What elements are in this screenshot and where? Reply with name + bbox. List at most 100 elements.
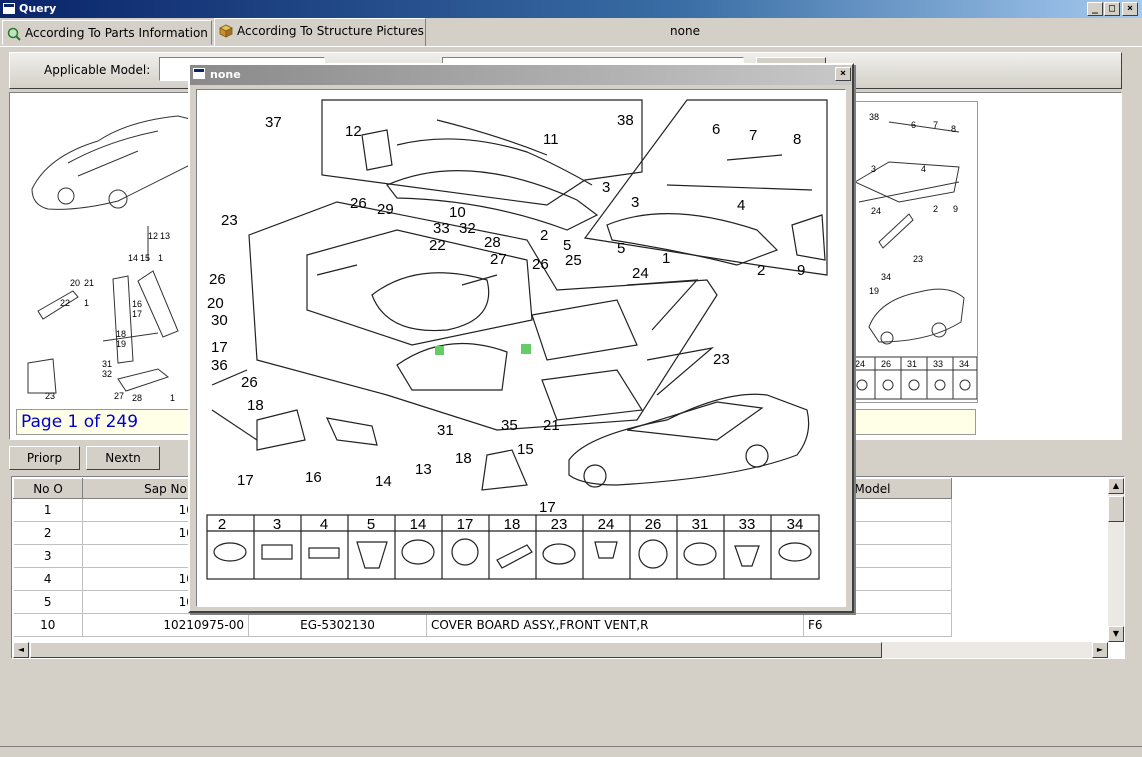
legend-number: 23 — [551, 516, 568, 533]
diagram-callout: 1 — [662, 250, 670, 267]
structure-thumbnail-right[interactable]: 38 6 7 8 3 4 24 2 9 23 34 19 7 24 26 31 … — [848, 101, 978, 403]
column-header-no[interactable]: No O — [13, 478, 83, 499]
diagram-callout: 20 — [207, 295, 224, 312]
next-page-button[interactable]: Nextn — [86, 446, 160, 470]
popup-window-icon — [193, 68, 205, 79]
diagram-callout: 15 — [517, 441, 534, 458]
maximize-button[interactable]: □ — [1104, 2, 1120, 16]
diagram-callout: 7 — [749, 127, 757, 144]
popup-close-button[interactable]: × — [835, 67, 851, 81]
tab-parts-information[interactable]: According To Parts Information — [2, 20, 212, 45]
diagram-callout: 37 — [265, 114, 282, 131]
legend-number: 4 — [320, 516, 328, 533]
thumb-left-callout: 14 — [128, 253, 138, 263]
thumb-left-callout: 28 — [132, 393, 142, 401]
picture-popup-window: none × 37 12 11 38 6 7 8 3 3 4 23 26 29 … — [188, 63, 854, 613]
diagram-callout: 28 — [484, 234, 501, 251]
structure-thumbnail-left[interactable]: 12 13 14 15 1 20 21 22 1 16 17 18 19 31 … — [18, 101, 198, 401]
thumb-right-legend: 34 — [959, 359, 969, 369]
scroll-down-arrow-icon[interactable]: ▼ — [1108, 626, 1124, 642]
diagram-callout: 26 — [532, 256, 549, 273]
diagram-callout: 23 — [713, 351, 730, 368]
diagram-callout: 11 — [543, 131, 559, 148]
thumb-left-callout: 32 — [102, 369, 112, 379]
thumb-right-legend: 24 — [855, 359, 865, 369]
magnifier-icon — [7, 27, 21, 41]
thumb-left-callout: 17 — [132, 309, 142, 319]
thumb-right-callout: 6 — [911, 120, 916, 130]
diagram-callout: 26 — [241, 374, 258, 391]
thumb-right-callout: 4 — [921, 164, 926, 174]
popup-title-bar: none × — [190, 65, 852, 85]
close-button[interactable]: × — [1122, 2, 1138, 16]
tab-label: According To Structure Pictures — [237, 24, 424, 38]
cell-no: 4 — [13, 567, 83, 591]
thumb-right-legend: 33 — [933, 359, 943, 369]
diagram-callout: 14 — [375, 473, 392, 490]
legend-number: 2 — [218, 516, 226, 533]
legend-number: 24 — [598, 516, 615, 533]
diagram-callout: 26 — [350, 195, 367, 212]
legend-number: 17 — [457, 516, 474, 533]
scroll-left-arrow-icon[interactable]: ◄ — [13, 642, 29, 658]
legend-number: 18 — [504, 516, 521, 533]
tab-structure-pictures[interactable]: According To Structure Pictures — [214, 18, 426, 46]
diagram-callout: 4 — [737, 197, 745, 214]
diagram-callout: 31 — [437, 422, 454, 439]
diagram-callout: 35 — [501, 417, 518, 434]
thumb-left-callout: 13 — [160, 231, 170, 241]
thumb-right-legend: 31 — [907, 359, 917, 369]
thumb-left-callout: 27 — [114, 391, 124, 401]
popup-picture[interactable]: 37 12 11 38 6 7 8 3 3 4 23 26 29 10 2 5 … — [196, 89, 846, 607]
legend-number: 5 — [367, 516, 375, 533]
diagram-callout: 9 — [797, 262, 805, 279]
diagram-callout: 3 — [631, 194, 639, 211]
thumb-left-callout: 19 — [116, 339, 126, 349]
horizontal-scrollbar[interactable]: ◄ ► — [13, 642, 1108, 658]
diagram-callout: 36 — [211, 357, 228, 374]
diagram-callout: 18 — [247, 397, 264, 414]
thumb-left-callout: 21 — [84, 278, 94, 288]
cell-no: 3 — [13, 544, 83, 568]
diagram-callout: 17 — [539, 499, 556, 516]
window-icon — [3, 3, 15, 14]
diagram-callout: 6 — [712, 121, 720, 138]
diagram-callout: 18 — [455, 450, 472, 467]
vertical-scrollbar[interactable]: ▲ ▼ — [1108, 478, 1124, 642]
thumbnail-right-drawing: 38 6 7 8 3 4 24 2 9 23 34 19 7 24 26 31 … — [848, 112, 978, 400]
diagram-callout: 29 — [377, 201, 394, 218]
diagram-callout: 2 — [540, 227, 548, 244]
diagram-callout: 2 — [757, 262, 765, 279]
table-row[interactable]: 10 10210975-00 EG-5302130 COVER BOARD AS… — [13, 613, 952, 637]
cell-no: 1 — [13, 498, 83, 522]
diagram-callout: 30 — [211, 312, 228, 329]
diagram-callout: 8 — [793, 131, 801, 148]
thumb-right-callout: 2 — [933, 204, 938, 214]
thumb-left-callout: 12 — [148, 231, 158, 241]
box-icon — [219, 24, 233, 38]
horizontal-scroll-thumb[interactable] — [30, 642, 882, 658]
thumb-left-callout: 16 — [132, 299, 142, 309]
structure-diagram: 37 12 11 38 6 7 8 3 3 4 23 26 29 10 2 5 … — [206, 99, 828, 580]
vertical-scroll-thumb[interactable] — [1108, 496, 1124, 522]
thumb-left-callout: 1 — [84, 298, 89, 308]
diagram-callout: 23 — [221, 212, 238, 229]
diagram-callout: 25 — [565, 252, 582, 269]
diagram-callout: 12 — [345, 123, 362, 140]
legend-number: 14 — [410, 516, 427, 533]
scroll-right-arrow-icon[interactable]: ► — [1092, 642, 1108, 658]
diagram-callout: 5 — [617, 240, 625, 257]
diagram-callout: 38 — [617, 112, 634, 129]
window-title-bar: Query _ □ × — [0, 0, 1142, 18]
legend-number: 33 — [739, 516, 756, 533]
thumb-left-callout: 22 — [60, 298, 70, 308]
scroll-up-arrow-icon[interactable]: ▲ — [1108, 478, 1124, 494]
cell-model: F6 — [803, 613, 952, 637]
prev-page-button[interactable]: Priorp — [9, 446, 80, 470]
cell-no: 5 — [13, 590, 83, 614]
cell-no: 10 — [13, 613, 83, 637]
thumb-left-callout: 15 — [140, 253, 150, 263]
minimize-button[interactable]: _ — [1087, 2, 1103, 16]
thumb-right-callout: 8 — [951, 124, 956, 134]
diagram-callout: 24 — [632, 265, 649, 282]
